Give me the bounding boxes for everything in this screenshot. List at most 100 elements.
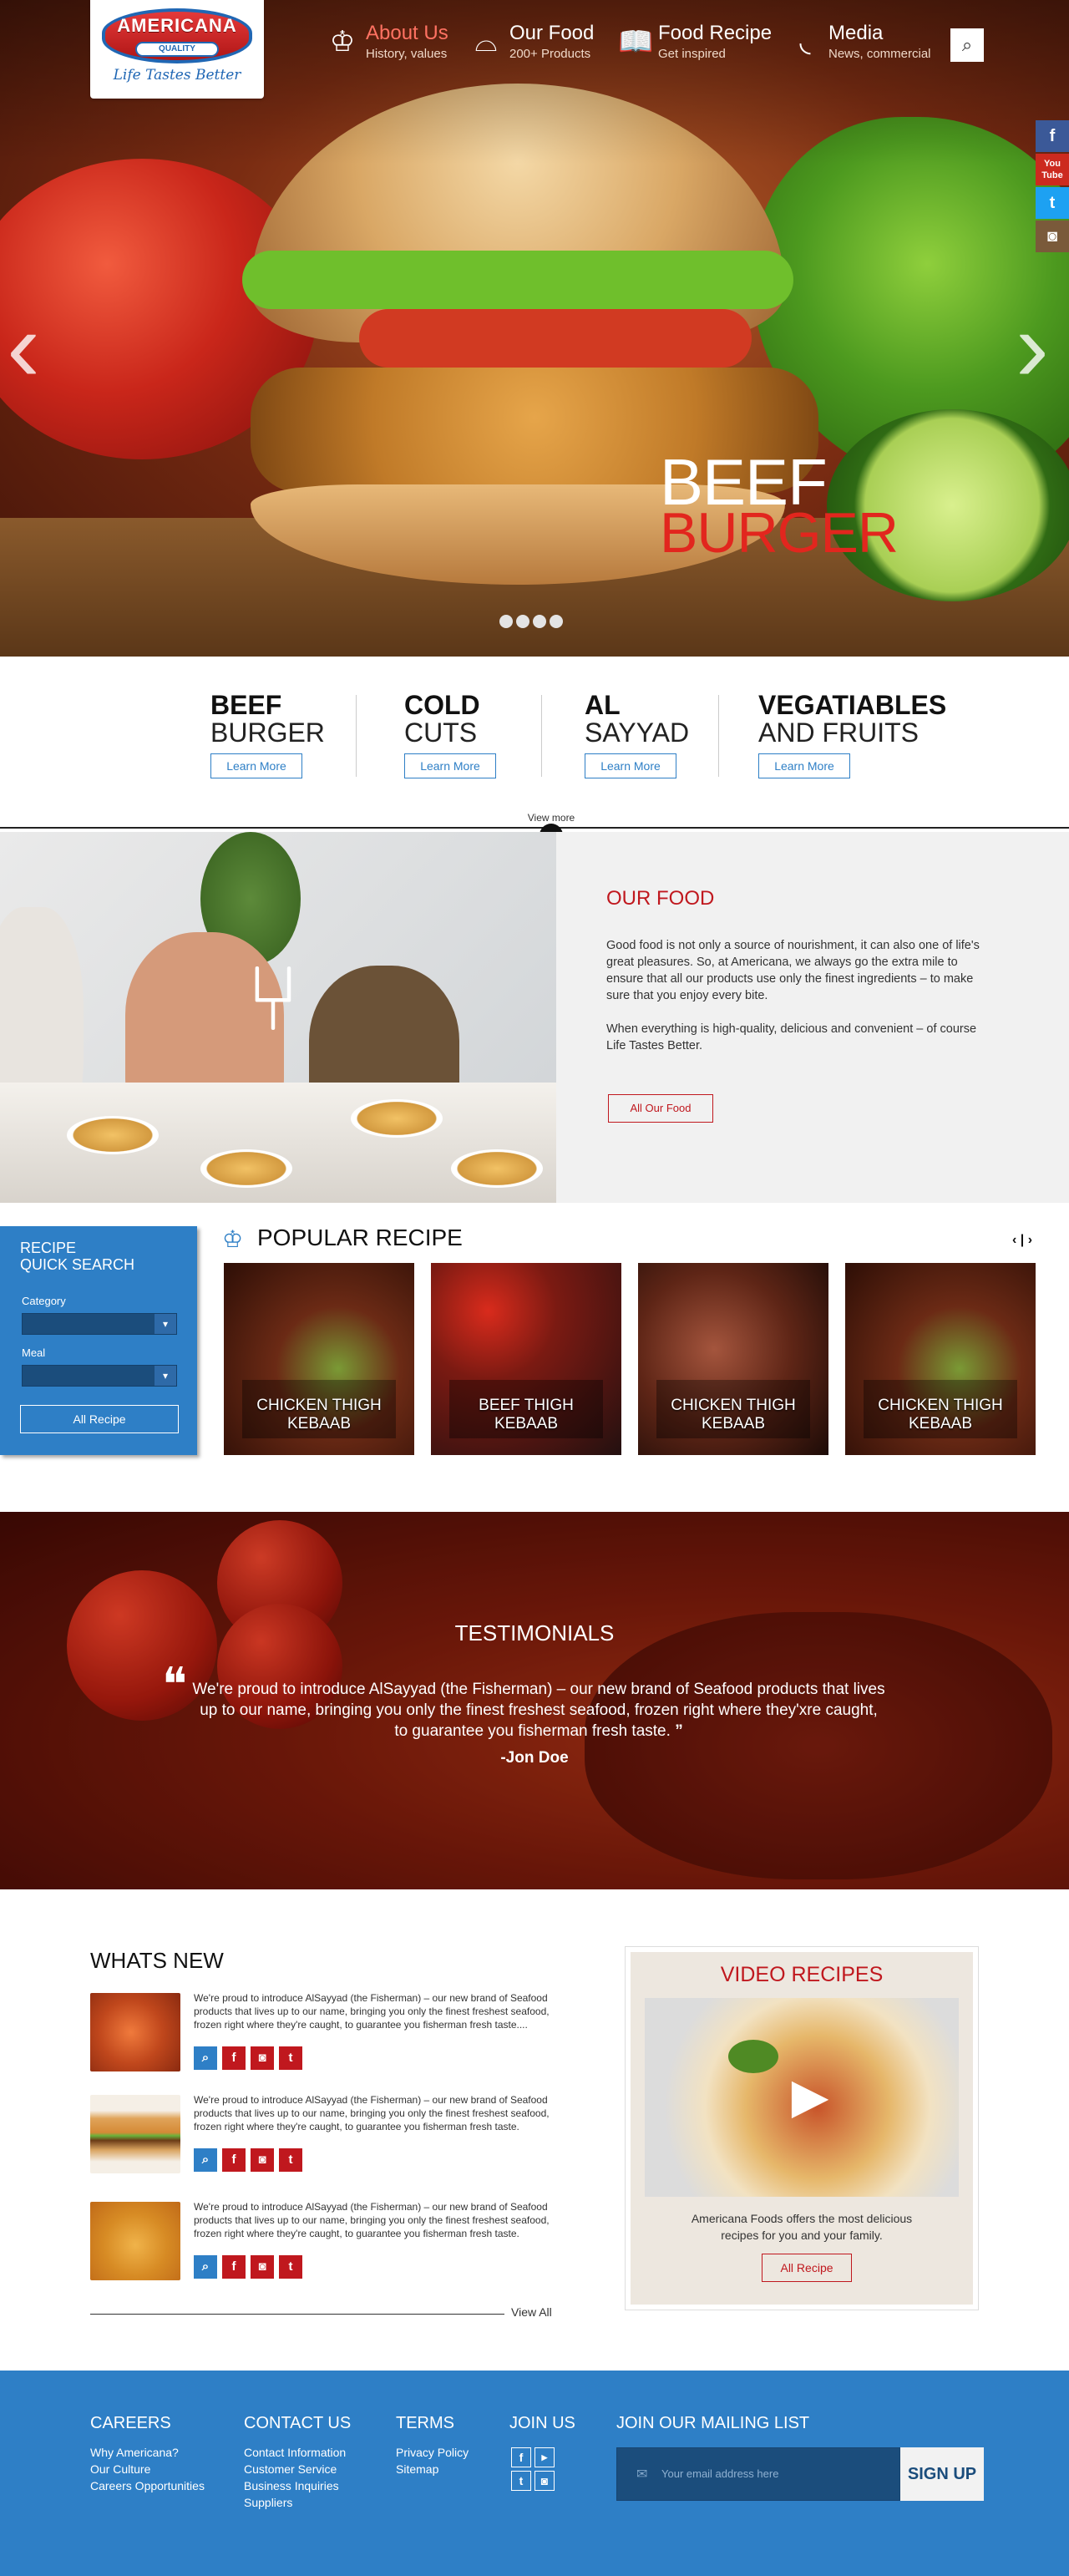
recipe-card[interactable]: CHICKEN THIGH KEBAAB bbox=[845, 1263, 1036, 1455]
footer-link[interactable]: Why Americana? bbox=[90, 2444, 179, 2461]
instagram-icon[interactable]: ◙ bbox=[251, 2148, 274, 2172]
testimonial-text: We're proud to introduce AlSayyad (the F… bbox=[192, 1679, 885, 1742]
slider-next-arrow[interactable]: › bbox=[1016, 297, 1049, 397]
learn-more-button[interactable]: Learn More bbox=[210, 753, 302, 778]
slider-dot[interactable] bbox=[533, 615, 546, 628]
book-icon: 📖 bbox=[618, 26, 654, 58]
rss-icon: ◟ bbox=[799, 26, 811, 58]
twitter-side-icon[interactable]: t bbox=[1036, 187, 1069, 219]
chef-hat-icon: ♔ bbox=[222, 1226, 244, 1252]
twitter-icon[interactable]: t bbox=[279, 2046, 302, 2070]
recipe-name-line2: KEBAAB bbox=[494, 1415, 559, 1433]
search-icon[interactable]: ⌕ bbox=[194, 2255, 217, 2279]
footer-link[interactable]: Sitemap bbox=[396, 2461, 438, 2477]
our-food-paragraph: When everything is high-quality, delicio… bbox=[606, 1022, 977, 1052]
footer-link[interactable]: Suppliers bbox=[244, 2494, 292, 2511]
nav-our-food[interactable]: ⌓ Our Food 200+ Products bbox=[469, 22, 603, 72]
meal-label: Meal bbox=[22, 1346, 46, 1359]
instagram-icon[interactable]: ◙ bbox=[251, 2046, 274, 2070]
recipe-name-line1: BEEF THIGH bbox=[479, 1397, 574, 1414]
nav-title: About Us bbox=[366, 22, 448, 44]
news-text: We're proud to introduce AlSayyad (the F… bbox=[194, 2201, 550, 2239]
nav-about-us[interactable]: ♔ About Us History, values bbox=[326, 22, 451, 72]
learn-more-button[interactable]: Learn More bbox=[585, 753, 676, 778]
youtube-icon[interactable]: ▶ bbox=[534, 2447, 555, 2467]
nav-title: Food Recipe bbox=[658, 22, 773, 44]
footer-link[interactable]: Our Culture bbox=[90, 2461, 150, 2477]
footer-join-title: JOIN US bbox=[509, 2414, 575, 2432]
category-al-sayyad: AL SAYYAD Learn More bbox=[585, 692, 689, 783]
hero-title-line2: BURGER bbox=[660, 501, 899, 565]
category-select[interactable]: ▾ bbox=[22, 1313, 177, 1335]
video-description: Americana Foods offers the most deliciou… bbox=[691, 2212, 913, 2242]
all-recipe-button[interactable]: All Recipe bbox=[20, 1405, 179, 1433]
all-our-food-button[interactable]: All Our Food bbox=[608, 1094, 713, 1123]
footer-link[interactable]: Customer Service bbox=[244, 2461, 337, 2477]
learn-more-button[interactable]: Learn More bbox=[758, 753, 850, 778]
footer-link[interactable]: Privacy Policy bbox=[396, 2444, 469, 2461]
footer-terms-title: TERMS bbox=[396, 2414, 454, 2432]
nav-food-recipe[interactable]: 📖 Food Recipe Get inspired bbox=[618, 22, 772, 72]
category-subtitle: AND FRUITS bbox=[758, 718, 919, 748]
footer-link[interactable]: Contact Information bbox=[244, 2444, 346, 2461]
instagram-icon[interactable]: ◙ bbox=[251, 2255, 274, 2279]
facebook-side-icon[interactable]: f bbox=[1036, 120, 1069, 152]
view-all-link[interactable]: View All bbox=[511, 2305, 552, 2319]
facebook-icon[interactable]: f bbox=[222, 2148, 246, 2172]
chevron-down-icon: ▾ bbox=[155, 1366, 176, 1386]
meal-select[interactable]: ▾ bbox=[22, 1365, 177, 1387]
slider-dot[interactable] bbox=[516, 615, 529, 628]
recipe-name: CHICKEN THIGH KEBAAB bbox=[224, 1397, 414, 1433]
dish-image bbox=[451, 1149, 543, 1188]
recipe-card[interactable]: CHICKEN THIGH KEBAAB bbox=[224, 1263, 414, 1455]
news-image[interactable] bbox=[90, 2202, 180, 2280]
recipe-name-line1: CHICKEN THIGH bbox=[671, 1397, 796, 1414]
slider-dot[interactable] bbox=[499, 615, 513, 628]
slider-dot[interactable] bbox=[550, 615, 563, 628]
twitter-icon[interactable]: t bbox=[279, 2148, 302, 2172]
mailing-list-title: JOIN OUR MAILING LIST bbox=[616, 2414, 810, 2432]
dish-image bbox=[351, 1099, 443, 1138]
category-beef-burger: BEEF BURGER Learn More bbox=[210, 692, 325, 783]
facebook-icon[interactable]: f bbox=[222, 2046, 246, 2070]
instagram-side-icon[interactable]: ◙ bbox=[1036, 221, 1069, 252]
footer-link[interactable]: Business Inquiries bbox=[244, 2477, 339, 2494]
twitter-icon[interactable]: t bbox=[511, 2471, 531, 2491]
category-title: AL bbox=[585, 690, 621, 720]
divider bbox=[541, 695, 542, 777]
chevron-down-icon: ▾ bbox=[155, 1314, 176, 1334]
category-cold-cuts: COLD CUTS Learn More bbox=[404, 692, 496, 783]
logo-tagline: Life Tastes Better bbox=[113, 67, 241, 84]
search-icon[interactable]: ⌕ bbox=[194, 2148, 217, 2172]
facebook-icon[interactable]: f bbox=[511, 2447, 531, 2467]
news-image[interactable] bbox=[90, 1993, 180, 2071]
category-subtitle: CUTS bbox=[404, 718, 478, 748]
search-icon[interactable]: ⌕ bbox=[194, 2046, 217, 2070]
category-subtitle: SAYYAD bbox=[585, 718, 690, 748]
americana-logo[interactable]: AMERICANA QUALITY Life Tastes Better bbox=[90, 0, 264, 99]
view-more-label[interactable]: View more bbox=[501, 812, 601, 824]
youtube-side-icon[interactable]: You Tube bbox=[1036, 154, 1069, 185]
quick-search-title: RECIPE bbox=[20, 1240, 77, 1256]
cloche-icon: ⌓ bbox=[474, 26, 498, 58]
facebook-icon[interactable]: f bbox=[222, 2255, 246, 2279]
nav-subtitle: Get inspired bbox=[658, 47, 726, 61]
recipe-card[interactable]: CHICKEN THIGH KEBAAB bbox=[638, 1263, 828, 1455]
slider-prev-arrow[interactable]: ‹ bbox=[7, 297, 40, 397]
twitter-icon[interactable]: t bbox=[279, 2255, 302, 2279]
recipe-card[interactable]: BEEF THIGH KEBAAB bbox=[431, 1263, 621, 1455]
play-icon[interactable]: ▶ bbox=[785, 2071, 835, 2122]
all-recipe-button[interactable]: All Recipe bbox=[762, 2254, 852, 2282]
search-button[interactable]: ⌕ bbox=[950, 28, 984, 62]
learn-more-button[interactable]: Learn More bbox=[404, 753, 496, 778]
instagram-icon[interactable]: ◙ bbox=[534, 2471, 555, 2491]
email-placeholder: Your email address here bbox=[661, 2467, 779, 2480]
footer-link[interactable]: Careers Opportunities bbox=[90, 2477, 205, 2494]
divider bbox=[90, 2314, 504, 2315]
carousel-nav[interactable]: ‹ | › bbox=[1012, 1233, 1032, 1248]
footer-careers-title: CAREERS bbox=[90, 2414, 171, 2432]
sign-up-button[interactable]: SIGN UP bbox=[900, 2447, 984, 2501]
news-image[interactable] bbox=[90, 2095, 180, 2173]
nav-media[interactable]: ◟ Media News, commercial bbox=[788, 22, 939, 72]
recipe-name: BEEF THIGH KEBAAB bbox=[431, 1397, 621, 1433]
